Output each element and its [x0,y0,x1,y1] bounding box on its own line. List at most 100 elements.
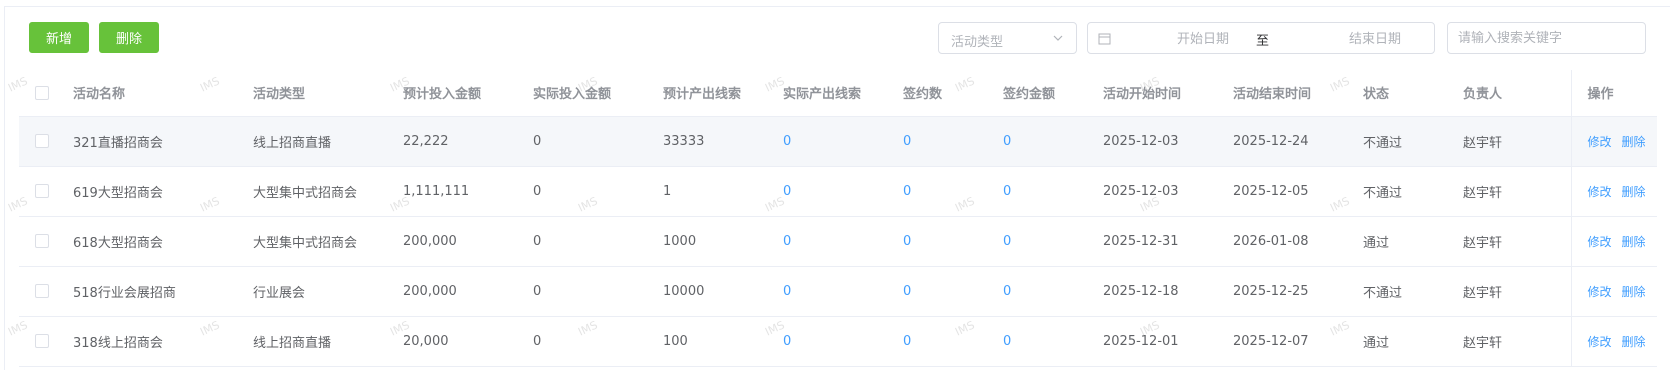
cell-end: 2025-12-25 [1233,283,1309,299]
delete-link[interactable]: 删除 [1622,185,1646,199]
cell-actual-cost: 0 [533,233,542,249]
col-header: 活动名称 [73,70,253,117]
cell-actual-leads[interactable]: 0 [783,134,791,149]
delete-link[interactable]: 删除 [1622,135,1646,149]
col-header: 负责人 [1463,70,1571,117]
search-input[interactable] [1447,22,1646,54]
cell-signed[interactable]: 0 [903,334,911,349]
table-row: 321直播招商会 线上招商直播 22,222 0 33333 0 0 0 2025-12-03 2… [19,116,1657,167]
cell-status: 不通过 [1363,185,1403,201]
activity-table: 活动名称 活动类型 预计投入金额 实际投入金额 预计产出线索 实际产出线索 签约… [19,70,1657,367]
cell-planned-cost: 20,000 [403,333,449,349]
cell-planned-leads: 100 [663,333,688,349]
table-row: 618大型招商会 大型集中式招商会 200,000 0 1000 0 0 0 2025-12-3… [19,216,1657,267]
end-date-input[interactable] [1320,29,1430,49]
cell-status: 不通过 [1363,135,1403,151]
col-header: 实际产出线索 [783,70,903,117]
col-header: 预计产出线索 [663,70,783,117]
cell-owner: 赵宇轩 [1463,335,1503,351]
cell-start: 2025-12-31 [1103,233,1179,249]
cell-signed-amount[interactable]: 0 [1003,184,1011,199]
cell-signed[interactable]: 0 [903,134,911,149]
col-header: 签约数 [903,70,1003,117]
cell-actual-leads[interactable]: 0 [783,284,791,299]
cell-name: 619大型招商会 [73,185,163,201]
cell-status: 通过 [1363,235,1390,251]
cell-planned-leads: 33333 [663,133,705,149]
chevron-down-icon [1053,35,1063,41]
activity-type-placeholder: 活动类型 [951,35,1004,50]
calendar-icon [1098,33,1111,45]
cell-planned-cost: 22,222 [403,133,449,149]
cell-planned-leads: 1000 [663,233,697,249]
cell-name: 318线上招商会 [73,335,163,351]
row-checkbox[interactable] [35,184,49,198]
cell-end: 2025-12-24 [1233,133,1309,149]
cell-start: 2025-12-03 [1103,183,1179,199]
cell-name: 618大型招商会 [73,235,163,251]
activity-type-select[interactable]: 活动类型 [938,22,1077,54]
cell-actual-cost: 0 [533,283,542,299]
cell-planned-cost: 200,000 [403,283,457,299]
add-button[interactable]: 新增 [29,22,89,53]
row-checkbox[interactable] [35,134,49,148]
row-checkbox[interactable] [35,234,49,248]
col-header-actions: 操作 [1570,70,1657,117]
cell-name: 321直播招商会 [73,135,163,151]
cell-planned-leads: 1 [663,183,672,199]
toolbar: 新增 删除 活动类型 至 [0,0,1670,70]
cell-signed-amount[interactable]: 0 [1003,134,1011,149]
cell-actual-leads[interactable]: 0 [783,334,791,349]
row-checkbox[interactable] [35,284,49,298]
delete-link[interactable]: 删除 [1622,335,1646,349]
cell-start: 2025-12-01 [1103,333,1179,349]
cell-signed-amount[interactable]: 0 [1003,334,1011,349]
table-row: 518行业会展招商 行业展会 200,000 0 10000 0 0 0 2025-12-18 2… [19,266,1657,317]
col-header: 预计投入金额 [403,70,533,117]
cell-signed[interactable]: 0 [903,184,911,199]
edit-link[interactable]: 修改 [1588,285,1612,299]
delete-link[interactable]: 删除 [1622,285,1646,299]
cell-end: 2026-01-08 [1233,233,1309,249]
cell-owner: 赵宇轩 [1463,185,1503,201]
col-header: 活动开始时间 [1103,70,1233,117]
cell-name: 518行业会展招商 [73,285,176,301]
cell-owner: 赵宇轩 [1463,285,1503,301]
col-header: 活动结束时间 [1233,70,1363,117]
table-row: 318线上招商会 线上招商直播 20,000 0 100 0 0 0 2025-12-01 202… [19,316,1657,367]
delete-link[interactable]: 删除 [1622,235,1646,249]
cell-end: 2025-12-05 [1233,183,1309,199]
delete-button[interactable]: 删除 [99,22,159,53]
cell-status: 不通过 [1363,285,1403,301]
cell-actual-leads[interactable]: 0 [783,234,791,249]
cell-actual-leads[interactable]: 0 [783,184,791,199]
cell-signed[interactable]: 0 [903,284,911,299]
start-date-input[interactable] [1148,29,1258,49]
edit-link[interactable]: 修改 [1588,335,1612,349]
cell-actual-cost: 0 [533,133,542,149]
row-checkbox[interactable] [35,334,49,348]
cell-signed-amount[interactable]: 0 [1003,234,1011,249]
date-separator: 至 [1256,34,1270,49]
cell-signed-amount[interactable]: 0 [1003,284,1011,299]
date-range-picker[interactable]: 至 [1087,22,1435,54]
cell-actual-cost: 0 [533,333,542,349]
edit-link[interactable]: 修改 [1588,235,1612,249]
cell-owner: 赵宇轩 [1463,135,1503,151]
cell-type: 大型集中式招商会 [253,185,358,201]
cell-signed[interactable]: 0 [903,234,911,249]
edit-link[interactable]: 修改 [1588,135,1612,149]
cell-planned-leads: 10000 [663,283,705,299]
table-row: 619大型招商会 大型集中式招商会 1,111,111 0 1 0 0 0 2025-12-03… [19,166,1657,217]
cell-planned-cost: 200,000 [403,233,457,249]
cell-type: 行业展会 [253,285,306,301]
cell-planned-cost: 1,111,111 [403,183,470,199]
cell-type: 线上招商直播 [253,135,332,151]
cell-type: 大型集中式招商会 [253,235,358,251]
cell-owner: 赵宇轩 [1463,235,1503,251]
edit-link[interactable]: 修改 [1588,185,1612,199]
table-header-row: 活动名称 活动类型 预计投入金额 实际投入金额 预计产出线索 实际产出线索 签约… [19,70,1657,117]
select-all-checkbox[interactable] [35,85,49,100]
cell-start: 2025-12-18 [1103,283,1179,299]
cell-start: 2025-12-03 [1103,133,1179,149]
